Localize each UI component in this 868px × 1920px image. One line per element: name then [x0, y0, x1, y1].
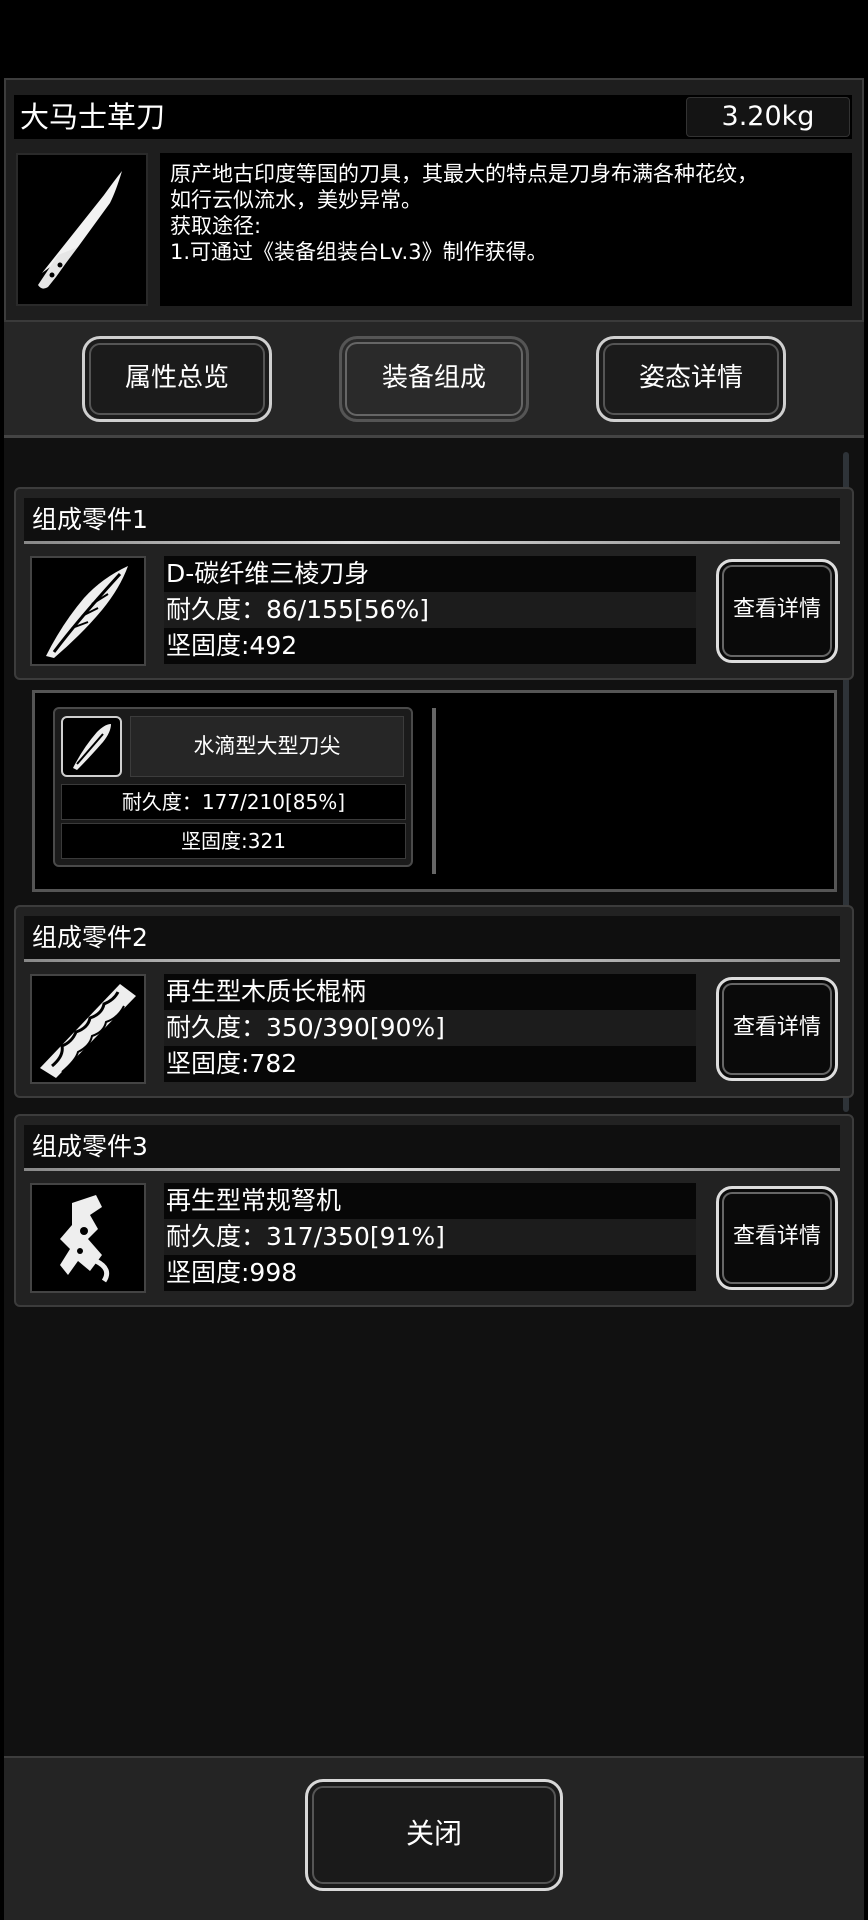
header-underline [24, 541, 840, 544]
item-weight: 3.20kg [686, 97, 850, 137]
part-durability: 耐久度：317/350[91%] [164, 1219, 696, 1255]
part-durability: 耐久度：350/390[90%] [164, 1010, 696, 1046]
part-header-label: 组成零件1 [32, 505, 148, 534]
crossbow-mechanism-icon [60, 1195, 110, 1283]
description-line: 原产地古印度等国的刀具，其最大的特点是刀身布满各种花纹， [170, 162, 758, 186]
view-details-button[interactable]: 查看详情 [716, 559, 838, 663]
subpart-name: 水滴型大型刀尖 [130, 716, 404, 777]
tab-equipment-composition[interactable]: 装备组成 [339, 336, 529, 422]
part-hardness: 坚固度:782 [164, 1046, 696, 1082]
part-header-label: 组成零件3 [32, 1132, 148, 1161]
part-hardness: 坚固度:492 [164, 628, 696, 664]
description-line: 如行云似流水，美妙异常。 [170, 188, 422, 212]
view-details-button[interactable]: 查看详情 [716, 977, 838, 1081]
item-description: 原产地古印度等国的刀具，其最大的特点是刀身布满各种花纹， 如行云似流水，美妙异常… [160, 153, 852, 306]
wooden-handle-icon [40, 984, 136, 1078]
item-name: 大马士革刀 [20, 100, 166, 134]
blade-tip-icon [73, 724, 111, 770]
header-underline [24, 1168, 840, 1171]
view-details-button[interactable]: 查看详情 [716, 1186, 838, 1290]
description-line: 获取途径: [170, 214, 262, 238]
part-name: 再生型木质长棍柄 [164, 974, 696, 1010]
divider [432, 708, 436, 874]
part-icon-frame [30, 1183, 146, 1293]
subpart-icon-frame [61, 716, 122, 777]
part-name: 再生型常规弩机 [164, 1183, 696, 1219]
subpart-durability: 耐久度：177/210[85%] [61, 784, 406, 820]
part-name: D-碳纤维三棱刀身 [164, 556, 696, 592]
close-button[interactable]: 关闭 [305, 1779, 563, 1891]
knife-icon [38, 171, 122, 289]
part-icon-frame [30, 974, 146, 1084]
feather-blade-icon [46, 566, 128, 658]
item-icon-frame [16, 153, 148, 306]
header-underline [24, 959, 840, 962]
part-header-label: 组成零件2 [32, 923, 148, 952]
subpart-hardness: 坚固度:321 [61, 823, 406, 859]
description-line: 1.可通过《装备组装台Lv.3》制作获得。 [170, 240, 548, 264]
tab-attribute-overview[interactable]: 属性总览 [82, 336, 272, 422]
tab-stance-details[interactable]: 姿态详情 [596, 336, 786, 422]
part-hardness: 坚固度:998 [164, 1255, 696, 1291]
part-durability: 耐久度：86/155[56%] [164, 592, 696, 628]
part-icon-frame [30, 556, 146, 666]
